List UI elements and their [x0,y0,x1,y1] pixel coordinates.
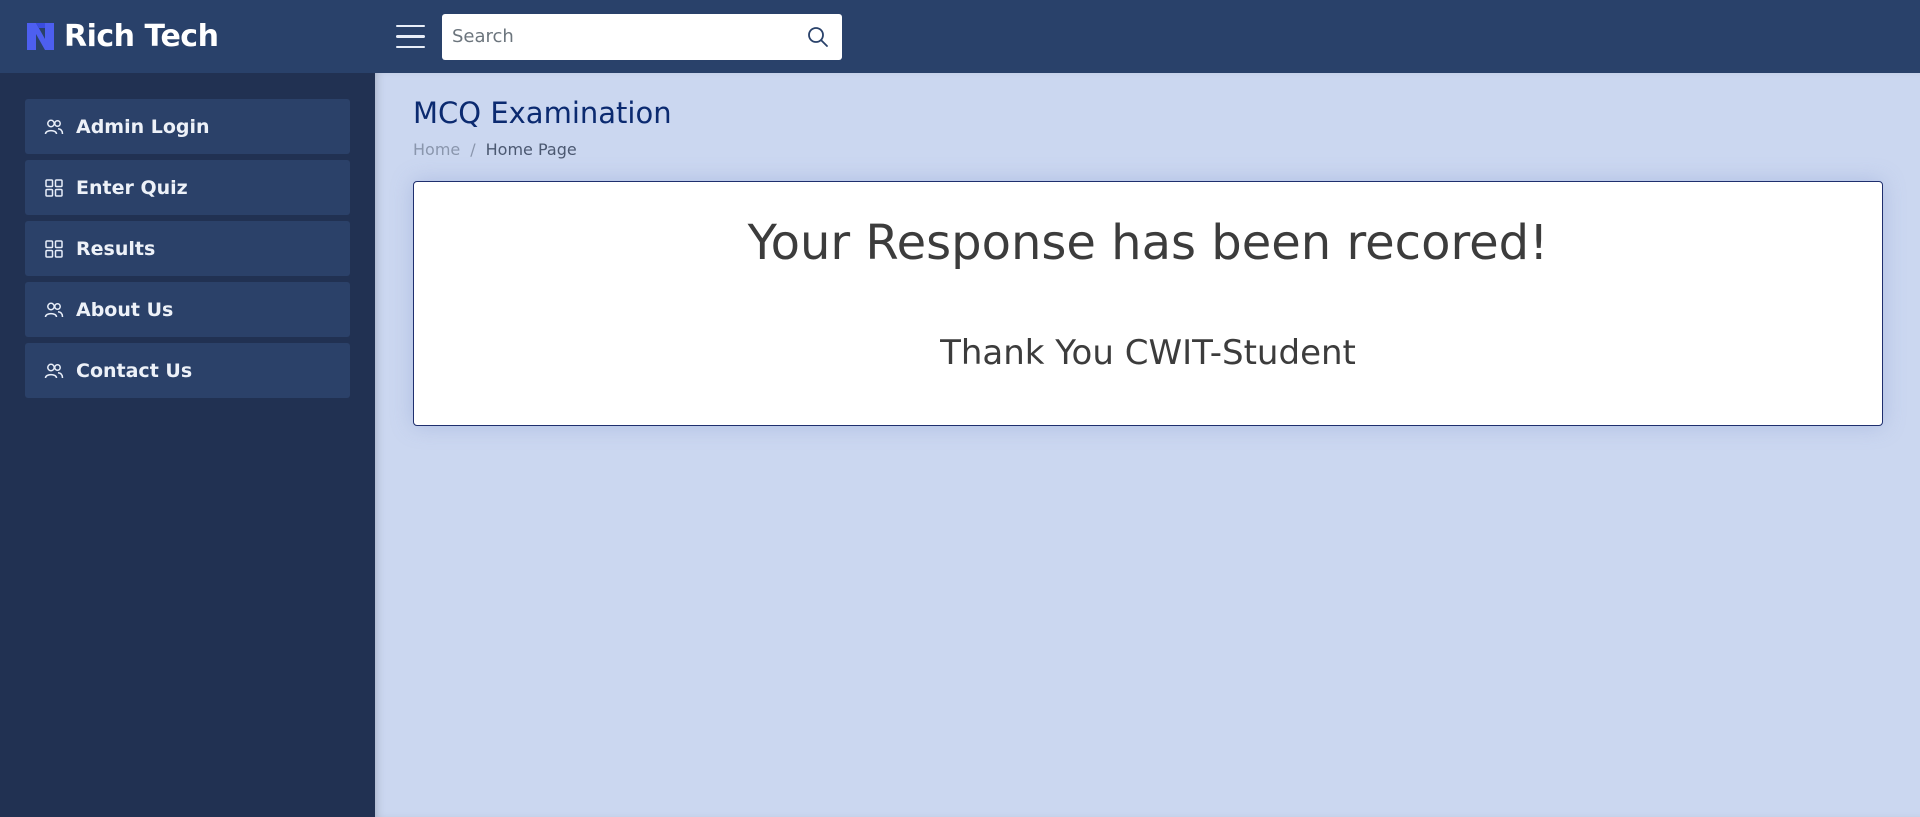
grid-icon [45,239,63,258]
page-title: MCQ Examination [413,96,672,130]
sidebar-item-label: Admin Login [76,115,210,138]
breadcrumb-separator: / [470,140,476,159]
search-icon[interactable] [806,25,830,49]
users-icon [44,119,64,134]
sidebar-item-label: Results [76,237,156,260]
thank-you-message: Thank You CWIT-Student [940,333,1356,373]
brand[interactable]: Rich Tech [0,0,375,73]
breadcrumb: Home / Home Page [413,140,1882,159]
brand-name: Rich Tech [64,19,219,54]
response-card: Your Response has been recored! Thank Yo… [413,181,1883,426]
top-header: Rich Tech [0,0,1920,73]
sidebar-item-about-us[interactable]: About Us [25,282,350,337]
rich-tech-logo-icon [27,23,54,50]
sidebar-item-label: Enter Quiz [76,176,188,199]
breadcrumb-home-link[interactable]: Home [413,140,460,159]
search-box [442,13,842,60]
users-icon [44,302,64,317]
sidebar-item-contact-us[interactable]: Contact Us [25,343,350,398]
sidebar-item-label: About Us [76,298,174,321]
sidebar: Admin Login Enter Quiz Results About Us [0,73,375,817]
breadcrumb-current: Home Page [485,140,577,159]
main-content: MCQ Examination Home / Home Page Your Re… [375,73,1920,817]
response-heading: Your Response has been recored! [747,215,1549,271]
sidebar-item-label: Contact Us [76,359,193,382]
grid-icon [45,178,63,197]
hamburger-menu-icon[interactable] [389,16,431,58]
sidebar-item-results[interactable]: Results [25,221,350,276]
sidebar-item-admin-login[interactable]: Admin Login [25,99,350,154]
users-icon [44,363,64,378]
sidebar-item-enter-quiz[interactable]: Enter Quiz [25,160,350,215]
search-input[interactable] [452,26,806,47]
